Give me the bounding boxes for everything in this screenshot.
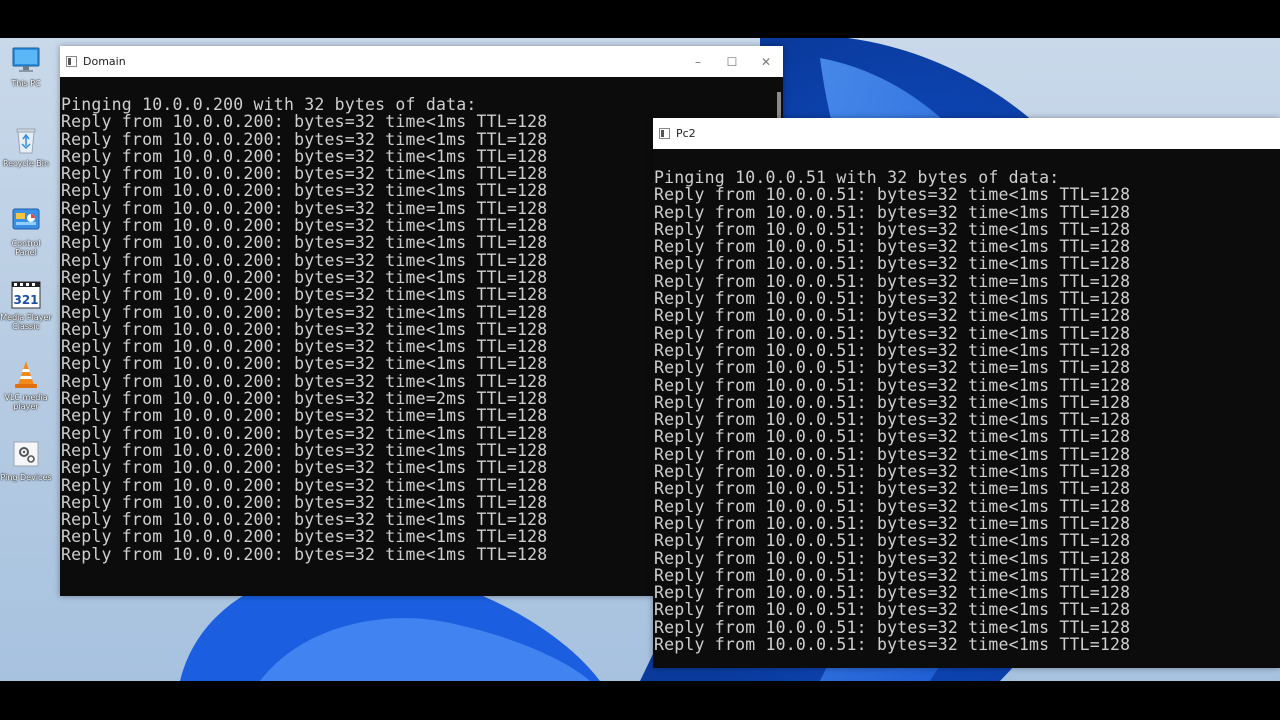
- desktop-icon-label: Recycle Bin: [2, 159, 50, 168]
- desktop-icon-ping-devices[interactable]: Ping Devices: [0, 438, 52, 482]
- ping-header-line: Pinging 10.0.0.200 with 32 bytes of data…: [61, 95, 477, 114]
- minimize-button[interactable]: –: [681, 46, 715, 77]
- ping-reply-line: Reply from 10.0.0.51: bytes=32 time<1ms …: [654, 323, 1131, 343]
- console-app-icon: [659, 128, 670, 139]
- ping-reply-line: Reply from 10.0.0.51: bytes=32 time<1ms …: [654, 617, 1131, 637]
- svg-text:321: 321: [13, 293, 38, 307]
- desktop-icon-label: Control Panel: [11, 239, 41, 257]
- desktop-icon-label: Ping Devices: [0, 473, 52, 482]
- ping-reply-line: Reply from 10.0.0.51: bytes=32 time<1ms …: [654, 444, 1131, 464]
- window-title: Domain: [83, 55, 126, 68]
- window-titlebar[interactable]: Domain – ☐ ✕: [60, 46, 783, 77]
- ping-reply-line: Reply from 10.0.0.51: bytes=32 time<1ms …: [654, 462, 1131, 482]
- desktop-icon-recycle-bin[interactable]: Recycle Bin: [0, 124, 52, 168]
- desktop-icon-label: This PC: [11, 79, 41, 88]
- ping-reply-line: Reply from 10.0.0.51: bytes=32 time<1ms …: [654, 600, 1131, 620]
- ping-reply-line: Reply from 10.0.0.51: bytes=32 time<1ms …: [654, 219, 1131, 239]
- ping-reply-line: Reply from 10.0.0.51: bytes=32 time=1ms …: [654, 271, 1131, 291]
- desktop-icon-this-pc[interactable]: This PC: [0, 44, 52, 88]
- desktop-icon-media-player-classic[interactable]: 321 Media Player Classic: [0, 278, 52, 331]
- ping-reply-line: Reply from 10.0.0.51: bytes=32 time<1ms …: [654, 306, 1131, 326]
- ping-reply-line: Reply from 10.0.0.51: bytes=32 time<1ms …: [654, 427, 1131, 447]
- ping-reply-line: Reply from 10.0.0.51: bytes=32 time<1ms …: [654, 392, 1131, 412]
- ping-reply-line: Reply from 10.0.0.51: bytes=32 time<1ms …: [654, 496, 1131, 516]
- window-title: Pc2: [676, 127, 696, 140]
- ping-reply-line: Reply from 10.0.0.51: bytes=32 time=1ms …: [654, 479, 1131, 499]
- monitor-icon: [10, 44, 42, 76]
- console-output[interactable]: Pinging 10.0.0.51 with 32 bytes of data:…: [653, 169, 1280, 668]
- console-app-icon: [66, 56, 77, 67]
- ping-reply-line: Reply from 10.0.0.51: bytes=32 time<1ms …: [654, 565, 1131, 585]
- media-player-classic-icon: 321: [10, 278, 42, 310]
- ping-reply-line: Reply from 10.0.0.51: bytes=32 time=1ms …: [654, 358, 1131, 378]
- desktop-icon-label: Media Player Classic: [0, 313, 52, 331]
- ping-reply-line: Reply from 10.0.0.51: bytes=32 time=1ms …: [654, 513, 1131, 533]
- maximize-button[interactable]: ☐: [715, 46, 749, 77]
- ping-reply-line: Reply from 10.0.0.51: bytes=32 time<1ms …: [654, 635, 1131, 655]
- close-button[interactable]: ✕: [749, 46, 783, 77]
- ping-reply-line: Reply from 10.0.0.51: bytes=32 time<1ms …: [654, 237, 1131, 257]
- window-titlebar[interactable]: Pc2: [653, 118, 1280, 149]
- ping-reply-line: Reply from 10.0.0.51: bytes=32 time<1ms …: [654, 289, 1131, 309]
- control-panel-icon: [10, 204, 42, 236]
- recycle-bin-icon: [10, 124, 42, 156]
- ping-reply-line: Reply from 10.0.0.51: bytes=32 time<1ms …: [654, 375, 1131, 395]
- gear-document-icon: [10, 438, 42, 470]
- ping-reply-line: Reply from 10.0.0.51: bytes=32 time<1ms …: [654, 185, 1131, 205]
- ping-reply-line: Reply from 10.0.0.51: bytes=32 time<1ms …: [654, 531, 1131, 551]
- desktop-icon-control-panel[interactable]: Control Panel: [0, 204, 52, 257]
- ping-header-line: Pinging 10.0.0.51 with 32 bytes of data:: [654, 168, 1060, 187]
- ping-reply-line: Reply from 10.0.0.51: bytes=32 time<1ms …: [654, 410, 1131, 430]
- console-window-pc2[interactable]: Pc2 Pinging 10.0.0.51 with 32 bytes of d…: [653, 118, 1280, 668]
- ping-reply-line: Reply from 10.0.0.51: bytes=32 time<1ms …: [654, 583, 1131, 603]
- ping-reply-line: Reply from 10.0.0.51: bytes=32 time<1ms …: [654, 548, 1131, 568]
- window-controls: – ☐ ✕: [681, 46, 783, 77]
- ping-reply-line: Reply from 10.0.0.51: bytes=32 time<1ms …: [654, 340, 1131, 360]
- ping-reply-line: Reply from 10.0.0.51: bytes=32 time<1ms …: [654, 202, 1131, 222]
- desktop-icon-label: VLC media player: [4, 393, 48, 411]
- desktop-icon-vlc-media-player[interactable]: VLC media player: [0, 358, 52, 411]
- ping-reply-line: Reply from 10.0.0.51: bytes=32 time<1ms …: [654, 254, 1131, 274]
- vlc-cone-icon: [10, 358, 42, 390]
